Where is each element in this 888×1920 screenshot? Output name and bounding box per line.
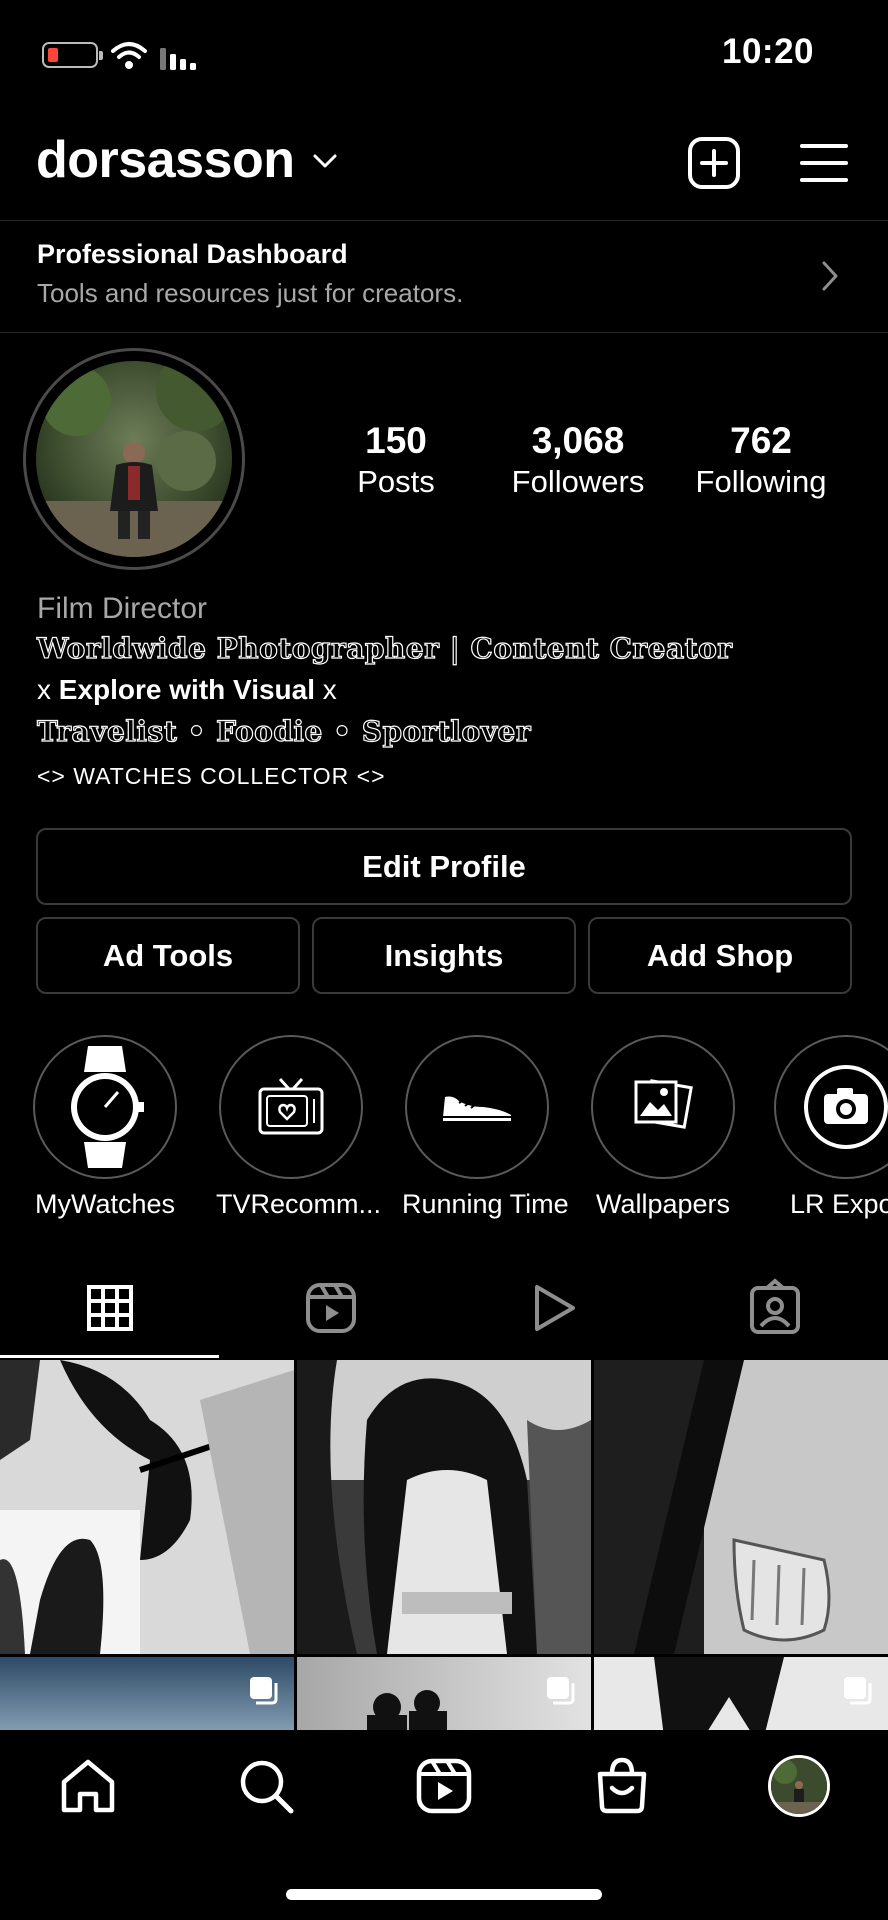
highlight-label: MyWatches: [34, 1189, 176, 1219]
divider: [0, 332, 888, 333]
battery-icon: [42, 42, 103, 68]
stat-followers-value: 3,068: [531, 420, 625, 461]
bio-category: Film Director: [37, 592, 207, 625]
stat-posts-label: Posts: [357, 464, 435, 499]
stat-posts-value: 150: [365, 420, 427, 461]
bio-line-2-suffix: x: [315, 674, 337, 705]
highlight-tvrecomm[interactable]: TVRecomm...: [216, 1035, 382, 1220]
post-thumbnail[interactable]: [297, 1360, 591, 1654]
home-indicator: [286, 1889, 602, 1900]
bio-line-2: x Explore with Visual x: [37, 674, 337, 706]
edit-profile-button[interactable]: Edit Profile: [36, 828, 852, 905]
bio-line-3: Travelist • Foodie • Sportlover: [36, 714, 532, 748]
stat-posts[interactable]: 150 Posts: [311, 420, 481, 500]
ad-tools-button[interactable]: Ad Tools: [36, 917, 300, 994]
menu-icon[interactable]: [800, 142, 848, 184]
username-switcher[interactable]: dorsasson: [36, 130, 295, 190]
multiple-photos-icon: [844, 1677, 872, 1705]
wifi-icon: [111, 42, 147, 69]
highlight-running-time[interactable]: Running Time: [402, 1035, 569, 1220]
grid-icon[interactable]: [80, 1278, 140, 1338]
highlight-label: LR Expo: [790, 1189, 888, 1219]
post-thumbnail[interactable]: [594, 1360, 888, 1654]
camera-icon: [774, 1035, 888, 1179]
status-time: 10:20: [722, 32, 815, 71]
stat-following-label: Following: [695, 464, 827, 499]
dashboard-subtitle: Tools and resources just for creators.: [37, 278, 464, 308]
highlight-label: Wallpapers: [595, 1189, 731, 1219]
post-thumbnail[interactable]: [0, 1360, 294, 1654]
photos-icon: [591, 1035, 735, 1179]
home-icon[interactable]: [58, 1758, 118, 1816]
cellular-icon: [160, 48, 196, 70]
highlight-wallpapers[interactable]: Wallpapers: [588, 1035, 738, 1220]
bio-line-1: Worldwide Photographer | Content Creator: [36, 631, 733, 665]
stat-following-value: 762: [730, 420, 792, 461]
highlight-label: Running Time: [402, 1189, 569, 1219]
new-post-icon[interactable]: [687, 136, 741, 190]
sneaker-icon: [405, 1035, 549, 1179]
highlight-mywatches[interactable]: MyWatches: [30, 1035, 180, 1220]
stat-followers-label: Followers: [511, 464, 645, 499]
chevron-right-icon: [822, 261, 838, 291]
highlight-lr-expo[interactable]: LR Expo: [774, 1035, 888, 1220]
reels-icon[interactable]: [301, 1278, 361, 1338]
multiple-photos-icon: [547, 1677, 575, 1705]
chevron-down-icon[interactable]: [312, 152, 338, 170]
avatar[interactable]: [36, 361, 232, 557]
professional-dashboard-row[interactable]: Professional Dashboard Tools and resourc…: [0, 221, 888, 332]
active-tab-indicator: [0, 1355, 219, 1358]
post-thumbnail[interactable]: [594, 1657, 888, 1737]
multiple-photos-icon: [250, 1677, 278, 1705]
reels-nav-icon[interactable]: [414, 1756, 474, 1816]
post-thumbnail[interactable]: [297, 1657, 591, 1737]
add-shop-button[interactable]: Add Shop: [588, 917, 852, 994]
bio-line-4: <> WATCHES COLLECTOR <>: [37, 763, 386, 789]
dashboard-title: Professional Dashboard: [37, 239, 348, 269]
bio-line-2-prefix: x: [37, 674, 59, 705]
profile-avatar[interactable]: [768, 1755, 830, 1817]
watch-icon: [33, 1035, 177, 1179]
play-icon[interactable]: [523, 1278, 583, 1338]
bio-line-2-bold: Explore with Visual: [58, 674, 316, 705]
insights-button[interactable]: Insights: [312, 917, 576, 994]
tv-heart-icon: [219, 1035, 363, 1179]
shop-icon[interactable]: [592, 1756, 652, 1816]
tagged-icon[interactable]: [745, 1278, 805, 1338]
stat-following[interactable]: 762 Following: [676, 420, 846, 500]
search-icon[interactable]: [236, 1756, 296, 1816]
post-thumbnail[interactable]: [0, 1657, 294, 1737]
highlight-label: TVRecomm...: [216, 1189, 382, 1219]
stat-followers[interactable]: 3,068 Followers: [493, 420, 663, 500]
